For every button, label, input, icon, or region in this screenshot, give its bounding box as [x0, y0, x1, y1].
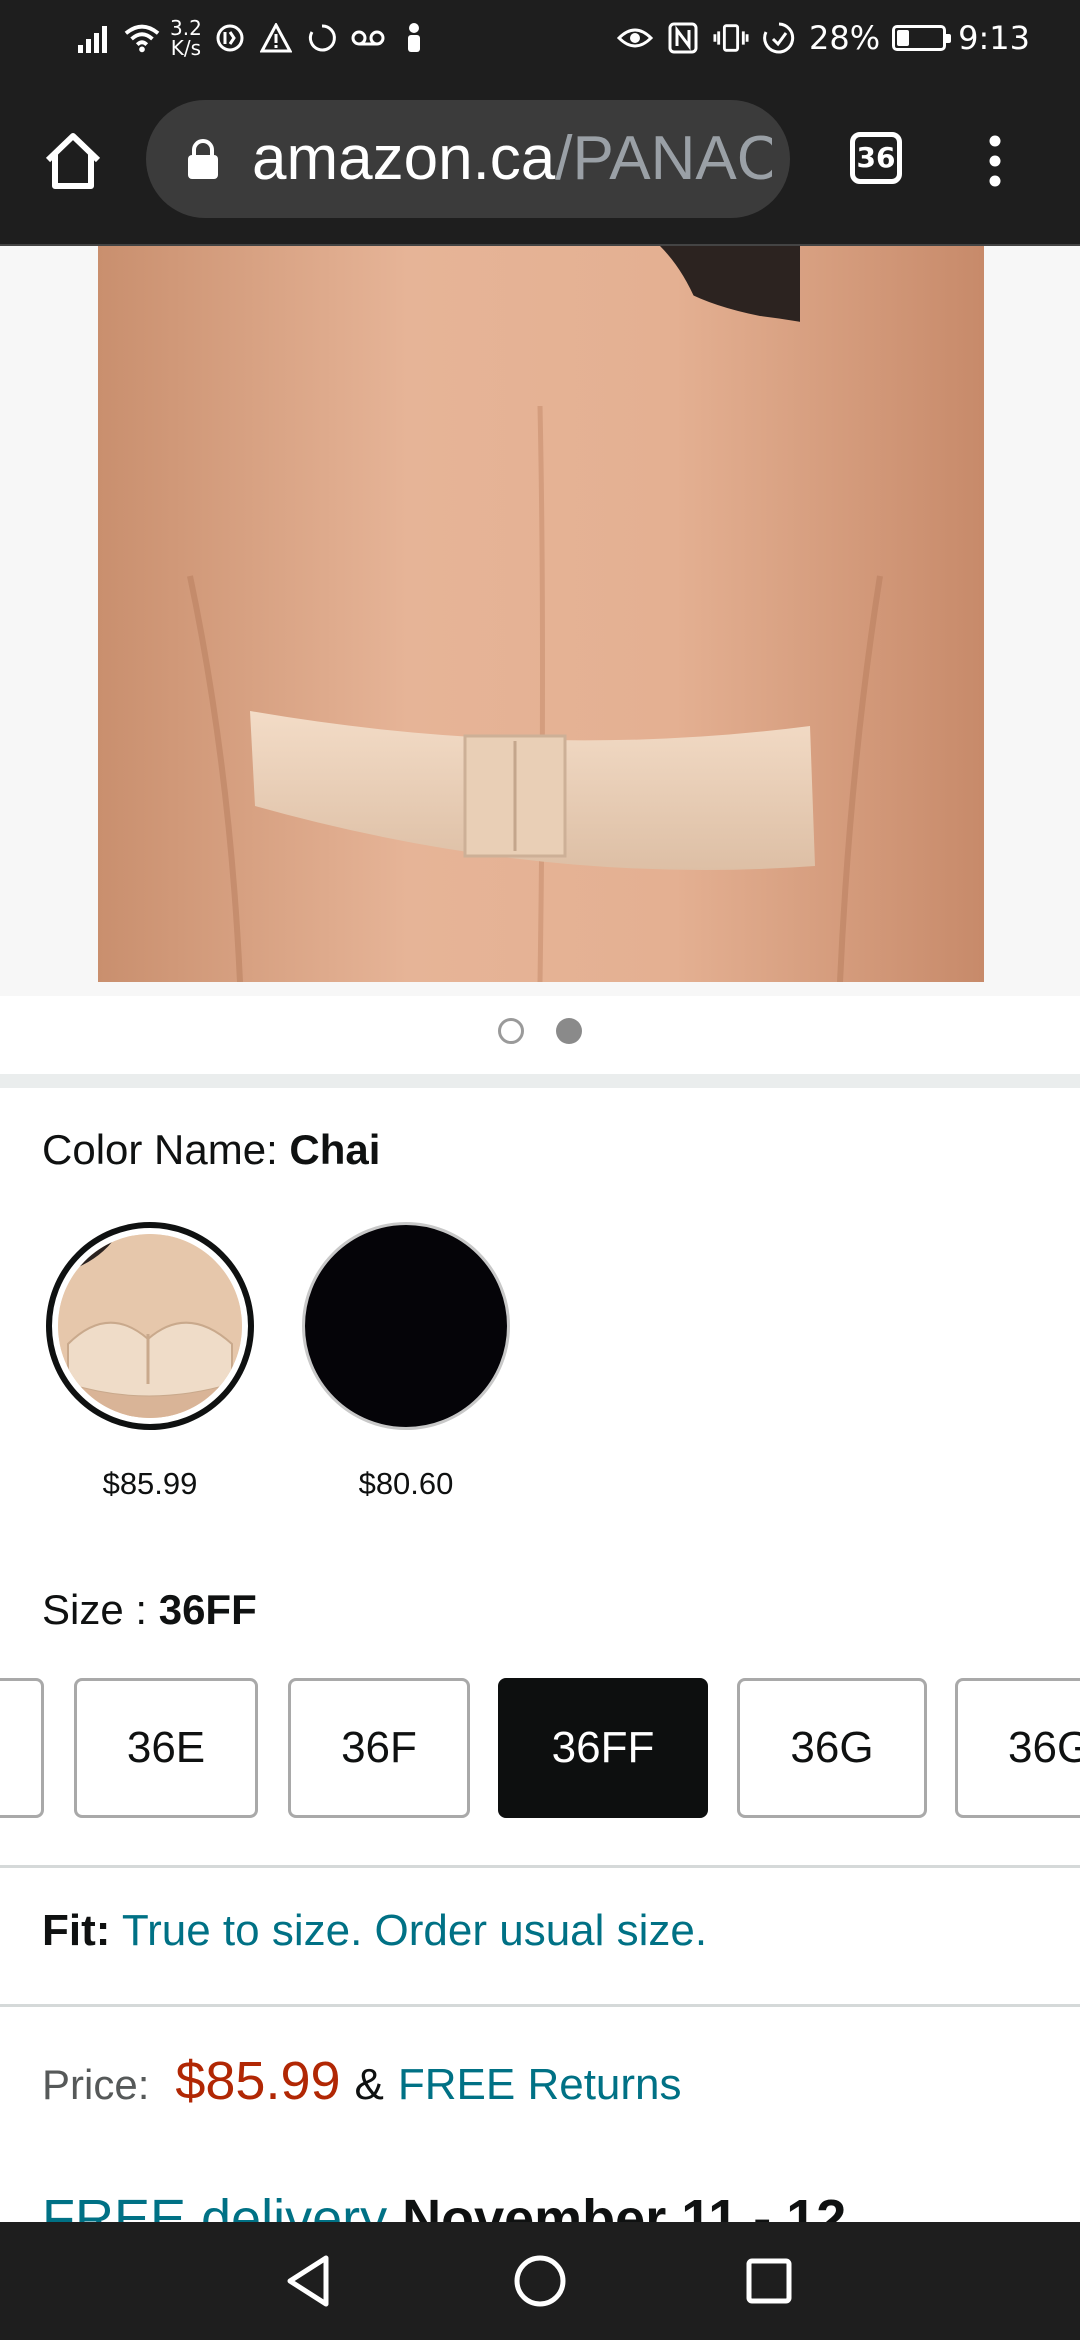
size-option-36f[interactable]: 36F [288, 1678, 470, 1818]
network-speed-unit: K/s [170, 36, 202, 60]
url-path: /PANAC [555, 124, 772, 193]
color-label-text: Color Name: [42, 1126, 278, 1173]
color-swatch-black[interactable] [302, 1222, 510, 1430]
status-left-icons: 3.2 K/s [78, 14, 432, 62]
delivery-date: November 11 - 12 [402, 2194, 847, 2224]
battery-icon [892, 25, 952, 51]
signal-icon [78, 20, 114, 56]
color-price-chai: $85.99 [102, 1466, 198, 1501]
home-nav-button[interactable] [507, 2248, 573, 2314]
home-circle-icon [514, 2255, 566, 2307]
image-carousel-indicator [0, 996, 1080, 1074]
person-icon [396, 20, 432, 56]
selected-size-value: 36FF [158, 1586, 257, 1633]
loading-circle-icon [304, 20, 340, 56]
free-delivery-link[interactable]: FREE delivery [42, 2194, 387, 2224]
size-label: Size : 36FF [42, 1586, 257, 1634]
network-speed: 3.2 K/s [170, 18, 202, 58]
size-option-36ff-selected[interactable]: 36FF [498, 1678, 708, 1818]
back-button[interactable] [276, 2248, 342, 2314]
battery-percent: 28% [809, 19, 881, 57]
status-bar: 3.2 K/s 28% 9:13 [0, 0, 1080, 76]
lock-icon [188, 139, 218, 179]
recents-button[interactable] [736, 2248, 802, 2314]
color-price-black: $80.60 [358, 1466, 454, 1501]
voicemail-icon [350, 20, 386, 56]
price-ampersand: & [354, 2060, 384, 2109]
carousel-dot-1[interactable] [498, 1018, 524, 1044]
delivery-info-partial: FREE delivery November 11 - 12 [42, 2194, 846, 2224]
network-speed-value: 3.2 [170, 16, 202, 40]
clock: 9:13 [958, 19, 1030, 57]
price-label: Price: [42, 2061, 150, 2108]
status-right-icons: 28% 9:13 [617, 14, 1030, 62]
tab-switcher-button[interactable]: 36 [850, 132, 902, 184]
browser-toolbar: amazon.ca/PANAC 36 [0, 76, 1080, 246]
product-photo-illustration [0, 246, 1080, 996]
nfc-icon [665, 20, 701, 56]
size-option-36g-partial[interactable]: 36G [955, 1678, 1080, 1818]
carousel-dot-2-active[interactable] [556, 1018, 582, 1044]
overflow-menu-button[interactable] [980, 126, 1010, 196]
vibrate-icon [713, 20, 749, 56]
eye-icon [617, 20, 654, 56]
battery-level-fill [897, 30, 910, 46]
price-row: Price: $85.99 & FREE Returns [42, 2050, 682, 2112]
recents-square-icon [746, 2258, 792, 2304]
fit-link[interactable]: True to size. Order usual size. [122, 1906, 707, 1955]
free-returns-link[interactable]: FREE Returns [398, 2060, 682, 2110]
section-divider [0, 1074, 1080, 1088]
divider-after-size [0, 1865, 1080, 1868]
address-bar[interactable]: amazon.ca/PANAC [146, 100, 790, 218]
size-label-text: Size : [42, 1586, 148, 1633]
color-swatch-chai[interactable] [46, 1222, 254, 1430]
battery-saver-icon [761, 20, 797, 56]
size-option-36e[interactable]: 36E [74, 1678, 258, 1818]
price-value: $85.99 [175, 2051, 341, 2111]
color-name-label: Color Name: Chai [42, 1126, 380, 1174]
wifi-icon [124, 20, 160, 56]
chai-swatch-image [58, 1234, 242, 1418]
more-vert-icon [989, 135, 1001, 187]
url-host: amazon.ca [252, 124, 556, 193]
fit-label: Fit: [42, 1906, 111, 1955]
home-button[interactable] [38, 126, 108, 196]
data-saver-icon [212, 20, 248, 56]
product-image[interactable] [0, 246, 1080, 996]
system-navigation-bar [0, 2222, 1080, 2340]
fit-info: Fit: True to size. Order usual size. [42, 1906, 707, 1956]
warning-icon [258, 20, 294, 56]
selected-color-value: Chai [289, 1126, 381, 1173]
url-text[interactable]: amazon.ca/PANAC [252, 100, 772, 218]
home-icon [45, 133, 101, 189]
back-triangle-icon [287, 2255, 329, 2307]
size-option-36g[interactable]: 36G [737, 1678, 927, 1818]
divider-after-fit [0, 2004, 1080, 2007]
size-option-previous[interactable] [0, 1678, 44, 1818]
